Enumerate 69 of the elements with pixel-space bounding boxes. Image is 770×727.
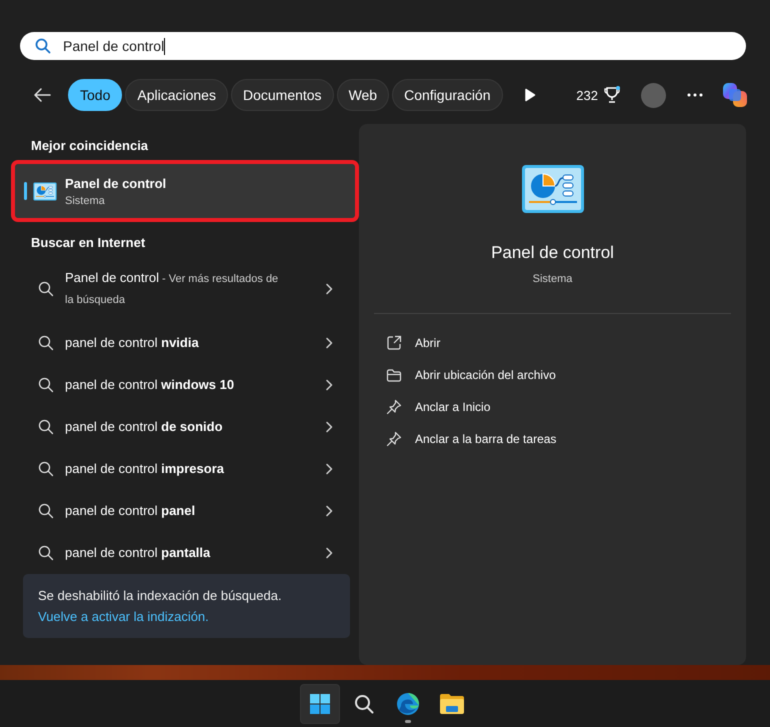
chevron-right-icon	[325, 463, 333, 475]
control-panel-icon	[33, 182, 57, 200]
notice-text: Se deshabilitó la indexación de búsqueda.	[38, 588, 283, 603]
action-item[interactable]: Anclar a la barra de tareas	[359, 423, 556, 455]
pin-icon	[386, 399, 402, 415]
result-text: panel de control de sonido	[65, 418, 224, 436]
search-icon	[38, 281, 54, 297]
web-result-item[interactable]: panel de control impresora	[15, 448, 355, 490]
filter-tab[interactable]: Configuración	[392, 79, 502, 111]
result-subtitle: Sistema	[65, 194, 106, 206]
search-icon	[38, 461, 54, 477]
web-result-item[interactable]: panel de control pantalla	[15, 532, 355, 574]
chevron-right-icon	[325, 505, 333, 517]
back-arrow-icon	[33, 87, 51, 103]
web-result-item[interactable]: panel de control nvidia	[15, 322, 355, 364]
search-icon	[35, 38, 51, 54]
reindex-link[interactable]: Vuelve a activar la indización.	[38, 609, 209, 624]
control-panel-icon	[520, 164, 584, 214]
filter-tab[interactable]: Todo	[68, 79, 122, 111]
folder-icon	[386, 367, 402, 383]
app-subtitle: Sistema	[532, 273, 572, 285]
chevron-right-icon	[325, 337, 333, 349]
search-icon	[38, 545, 54, 561]
search-text: Panel de control	[63, 38, 164, 54]
trophy-icon	[604, 86, 620, 104]
chevron-right-icon	[325, 283, 333, 295]
result-text: panel de control windows 10	[65, 376, 236, 394]
result-title: Panel de control	[65, 176, 166, 190]
open-external-icon	[386, 335, 402, 351]
chevron-right-icon	[325, 379, 333, 391]
pin-icon	[386, 431, 402, 447]
action-item[interactable]: Abrir	[359, 327, 440, 359]
filter-tab[interactable]: Web	[336, 79, 390, 111]
result-text: panel de control pantalla	[65, 544, 212, 562]
search-icon	[354, 694, 374, 714]
section-heading: Buscar en Internet	[31, 235, 146, 252]
web-result-item[interactable]: panel de control windows 10	[15, 364, 355, 406]
best-match-item[interactable]: Panel de control Sistema	[15, 164, 355, 218]
app-title: Panel de control	[491, 243, 614, 263]
web-result-item[interactable]: Panel de control - Ver más resultados de la búsqueda	[15, 265, 355, 313]
web-result-item[interactable]: panel de control de sonido	[15, 406, 355, 448]
avatar[interactable]	[641, 82, 666, 108]
filter-tab[interactable]: Aplicaciones	[125, 79, 228, 111]
taskbar-button[interactable]	[300, 684, 340, 724]
web-result-item[interactable]: panel de control panel	[15, 490, 355, 532]
search-field[interactable]: Panel de control	[20, 32, 746, 60]
chevron-right-icon	[325, 547, 333, 559]
more-icon	[687, 93, 703, 97]
section-heading: Mejor coincidencia	[31, 138, 150, 155]
filter-tab[interactable]: Documentos	[230, 79, 334, 111]
search-icon	[38, 335, 54, 351]
folder-icon	[439, 692, 465, 714]
play-icon	[524, 88, 536, 102]
browser-icon	[396, 692, 420, 716]
copilot-logo-icon	[720, 81, 750, 109]
points-count: 232	[576, 88, 598, 102]
result-text: panel de control panel	[65, 502, 196, 520]
search-icon	[38, 503, 54, 519]
result-text: panel de control impresora	[65, 460, 225, 478]
search-icon	[38, 419, 54, 435]
selection-indicator	[24, 182, 27, 200]
action-item[interactable]: Anclar a Inicio	[359, 391, 490, 423]
action-item[interactable]: Abrir ubicación del archivo	[359, 359, 556, 391]
running-indicator	[405, 720, 411, 722]
chevron-right-icon	[325, 421, 333, 433]
search-icon	[38, 377, 54, 393]
start-icon	[310, 694, 330, 714]
result-text: Panel de control - Ver más resultados de la búsqueda	[65, 269, 280, 308]
result-text: panel de control nvidia	[65, 334, 200, 352]
